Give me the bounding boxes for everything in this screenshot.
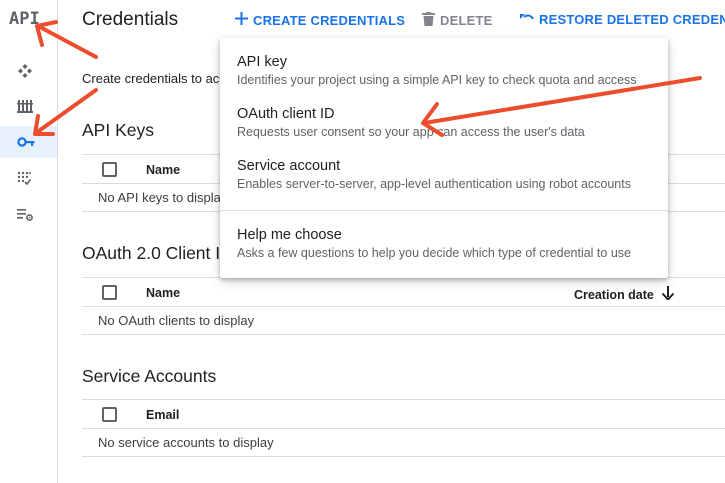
service-accounts-empty-row: No service accounts to display bbox=[82, 429, 725, 457]
menu-item-service-account[interactable]: Service account Enables server-to-server… bbox=[220, 158, 668, 191]
trash-icon bbox=[422, 12, 440, 29]
creation-date-label: Creation date bbox=[574, 287, 654, 302]
oauth-clients-title: OAuth 2.0 Client I bbox=[82, 243, 221, 263]
menu-item-label: OAuth client ID bbox=[237, 106, 335, 122]
api-keys-select-all-checkbox[interactable] bbox=[102, 162, 117, 177]
api-keys-title: API Keys bbox=[82, 120, 154, 140]
menu-item-description: Identifies your project using a simple A… bbox=[237, 73, 637, 87]
sidebar-item-oauth-consent[interactable] bbox=[0, 162, 57, 194]
sidebar-item-library[interactable] bbox=[0, 90, 57, 122]
oauth-empty-row: No OAuth clients to display bbox=[82, 307, 725, 335]
menu-item-api-key[interactable]: API key Identifies your project using a … bbox=[220, 54, 668, 87]
api-keys-name-column[interactable]: Name bbox=[146, 163, 180, 177]
api-keys-empty-text: No API keys to displa bbox=[98, 190, 221, 205]
create-credentials-menu: API key Identifies your project using a … bbox=[220, 38, 668, 278]
page-description: Create credentials to acc bbox=[82, 71, 226, 86]
menu-divider bbox=[220, 210, 668, 211]
dashboard-icon bbox=[17, 63, 33, 79]
undo-icon bbox=[520, 12, 539, 27]
sidebar-item-dashboard[interactable] bbox=[0, 55, 57, 87]
oauth-empty-text: No OAuth clients to display bbox=[98, 313, 255, 328]
service-accounts-empty-text: No service accounts to display bbox=[98, 435, 274, 450]
menu-item-label: Service account bbox=[237, 158, 341, 174]
menu-item-label: API key bbox=[237, 54, 287, 70]
service-accounts-select-all-checkbox[interactable] bbox=[102, 407, 117, 422]
sidebar-item-credentials[interactable] bbox=[0, 126, 57, 158]
menu-item-oauth-client-id[interactable]: OAuth client ID Requests user consent so… bbox=[220, 106, 668, 139]
delete-label: DELETE bbox=[440, 13, 493, 28]
api-logo[interactable]: API bbox=[9, 9, 40, 29]
menu-item-description: Requests user consent so your app can ac… bbox=[237, 125, 585, 139]
sort-arrow-down-icon[interactable] bbox=[654, 286, 675, 303]
service-accounts-email-column[interactable]: Email bbox=[146, 408, 179, 422]
oauth-consent-icon bbox=[17, 171, 31, 185]
oauth-name-column[interactable]: Name bbox=[146, 286, 180, 300]
create-credentials-button[interactable]: CREATE CREDENTIALS bbox=[235, 12, 405, 28]
plus-icon bbox=[235, 12, 253, 28]
delete-button[interactable]: DELETE bbox=[422, 12, 492, 29]
page-title: Credentials bbox=[82, 9, 179, 30]
restore-label: RESTORE DELETED CREDENTIA bbox=[539, 12, 725, 27]
key-icon bbox=[17, 136, 35, 148]
menu-item-help-me-choose[interactable]: Help me choose Asks a few questions to h… bbox=[220, 227, 668, 260]
create-credentials-label: CREATE CREDENTIALS bbox=[253, 12, 406, 28]
oauth-select-all-checkbox[interactable] bbox=[102, 285, 117, 300]
menu-item-description: Asks a few questions to help you decide … bbox=[237, 246, 631, 260]
settings-list-icon bbox=[17, 207, 33, 221]
sidebar: API bbox=[0, 0, 58, 483]
service-accounts-title: Service Accounts bbox=[82, 366, 217, 386]
service-accounts-table-header: Email bbox=[82, 399, 725, 429]
menu-item-label: Help me choose bbox=[237, 227, 342, 243]
library-icon bbox=[17, 98, 33, 114]
menu-item-description: Enables server-to-server, app-level auth… bbox=[237, 177, 631, 191]
oauth-table-header: Name Creation date bbox=[82, 277, 725, 307]
restore-deleted-credentials-button[interactable]: RESTORE DELETED CREDENTIA bbox=[520, 12, 725, 27]
sidebar-item-page-usage[interactable] bbox=[0, 198, 57, 230]
oauth-creation-date-column[interactable]: Creation date bbox=[574, 286, 675, 303]
